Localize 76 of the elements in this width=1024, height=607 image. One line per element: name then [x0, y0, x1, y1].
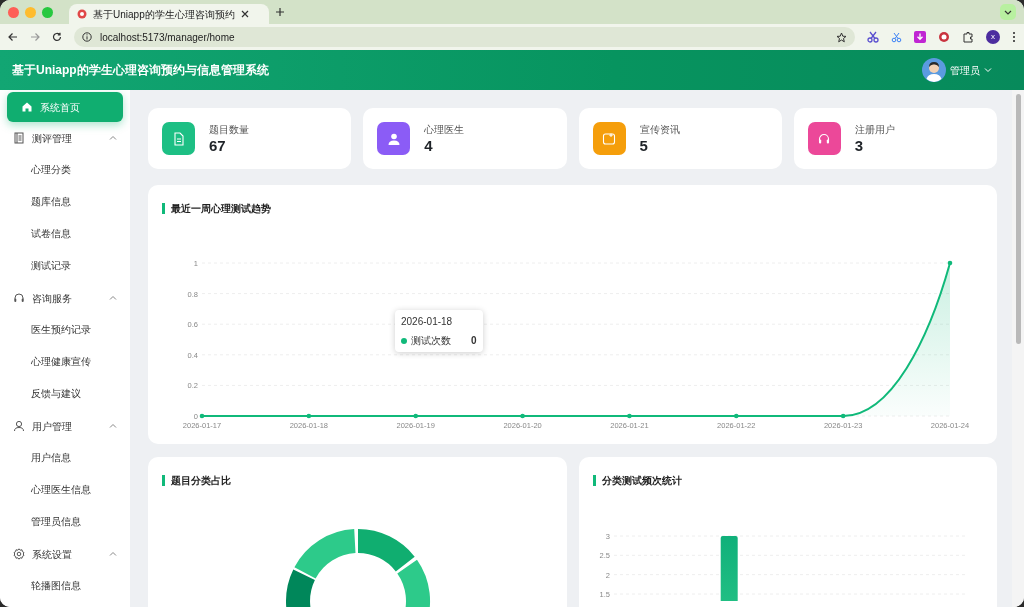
sidebar-item[interactable]: 管理员信息: [7, 506, 123, 538]
scrollbar-thumb[interactable]: [1015, 94, 1021, 344]
bar[interactable]: [720, 536, 738, 601]
reload-icon[interactable]: [52, 32, 62, 42]
back-icon[interactable]: [8, 32, 18, 42]
sidebar-item[interactable]: 测试记录: [7, 250, 123, 282]
more-icon[interactable]: [1012, 31, 1016, 43]
note-icon: [602, 131, 616, 146]
chart-title: 最近一周心理测试趋势: [162, 203, 271, 214]
settings-icon: [13, 548, 25, 560]
tab-search-icon[interactable]: [1000, 4, 1016, 20]
info-icon: [82, 32, 92, 42]
data-point[interactable]: [413, 413, 418, 419]
sidebar-item[interactable]: 试卷信息: [7, 218, 123, 250]
home-icon: [21, 101, 33, 113]
download-icon[interactable]: [914, 31, 926, 43]
data-point[interactable]: [627, 413, 632, 419]
stat-label: 题目数量: [209, 123, 249, 137]
tooltip-label: 测试次数: [411, 334, 451, 348]
user-name[interactable]: 管理员: [950, 62, 980, 78]
sidebar-item[interactable]: 医生预约记录: [7, 314, 123, 346]
avatar-icon[interactable]: [922, 58, 946, 82]
data-point[interactable]: [947, 260, 953, 266]
user-icon: [386, 131, 401, 146]
sidebar-item[interactable]: 题库信息: [7, 186, 123, 218]
sidebar-item[interactable]: 心理健康宣传: [7, 346, 123, 378]
scissors-icon[interactable]: [891, 31, 902, 43]
data-point[interactable]: [520, 413, 525, 419]
sidebar-item[interactable]: 测评管理: [7, 122, 123, 154]
chevron-up-icon[interactable]: [109, 135, 117, 141]
stat-value: 3: [854, 137, 865, 155]
headset-icon: [13, 292, 25, 304]
window-zoom-button[interactable]: [42, 6, 53, 18]
star-icon[interactable]: [836, 31, 847, 43]
puzzle-icon[interactable]: [962, 31, 974, 43]
data-point[interactable]: [199, 413, 205, 419]
sidebar-item[interactable]: 心理医生信息: [7, 474, 123, 506]
browser-tab[interactable]: 基于Uniapp的学生心理咨询预约: [69, 4, 269, 24]
stat-value: 5: [639, 137, 649, 155]
new-tab-icon[interactable]: [275, 7, 285, 17]
address-bar[interactable]: localhost:5173/manager/home: [74, 27, 855, 47]
stat-label: 心理医生: [424, 123, 465, 137]
data-point[interactable]: [840, 413, 846, 419]
data-point[interactable]: [306, 413, 312, 419]
sidebar-item[interactable]: 咨询服务: [7, 282, 123, 314]
chevron-up-icon[interactable]: [109, 295, 117, 301]
sidebar-item[interactable]: 用户管理: [7, 410, 123, 442]
chevron-up-icon[interactable]: [109, 551, 117, 557]
close-icon[interactable]: [240, 10, 249, 18]
scissors-icon[interactable]: [867, 31, 879, 43]
app-title: 基于Uniapp的学生心理咨询预约与信息管理系统: [12, 62, 270, 79]
document-icon: [171, 131, 186, 146]
forward-icon[interactable]: [30, 32, 40, 42]
headset-icon: [817, 131, 832, 146]
sidebar-item[interactable]: 心理分类: [7, 154, 123, 186]
document-icon: [13, 132, 25, 144]
user-icon: [13, 420, 25, 432]
stat-label: 宣传资讯: [639, 123, 680, 137]
sidebar-item[interactable]: 系统设置: [7, 538, 123, 570]
window-close-button[interactable]: [8, 6, 19, 18]
data-point[interactable]: [734, 413, 739, 419]
tooltip-value: 0: [471, 334, 477, 348]
profile-avatar[interactable]: x: [986, 30, 1000, 44]
chevron-up-icon[interactable]: [109, 423, 117, 429]
chevron-down-icon[interactable]: [984, 67, 992, 73]
chart-title: 分类测试频次统计: [593, 475, 682, 486]
stat-label: 注册用户: [854, 123, 895, 137]
extension-icon[interactable]: [938, 31, 950, 43]
tooltip-date: 2026-01-18: [401, 315, 454, 329]
chart-title: 题目分类占比: [162, 475, 231, 486]
sidebar-item[interactable]: 反馈与建议: [7, 378, 123, 410]
sidebar-item[interactable]: 用户信息: [7, 442, 123, 474]
favicon-icon: [77, 9, 87, 19]
stat-value: 4: [424, 137, 434, 155]
sidebar-item[interactable]: 轮播图信息: [7, 570, 123, 602]
stat-value: 67: [209, 137, 227, 155]
